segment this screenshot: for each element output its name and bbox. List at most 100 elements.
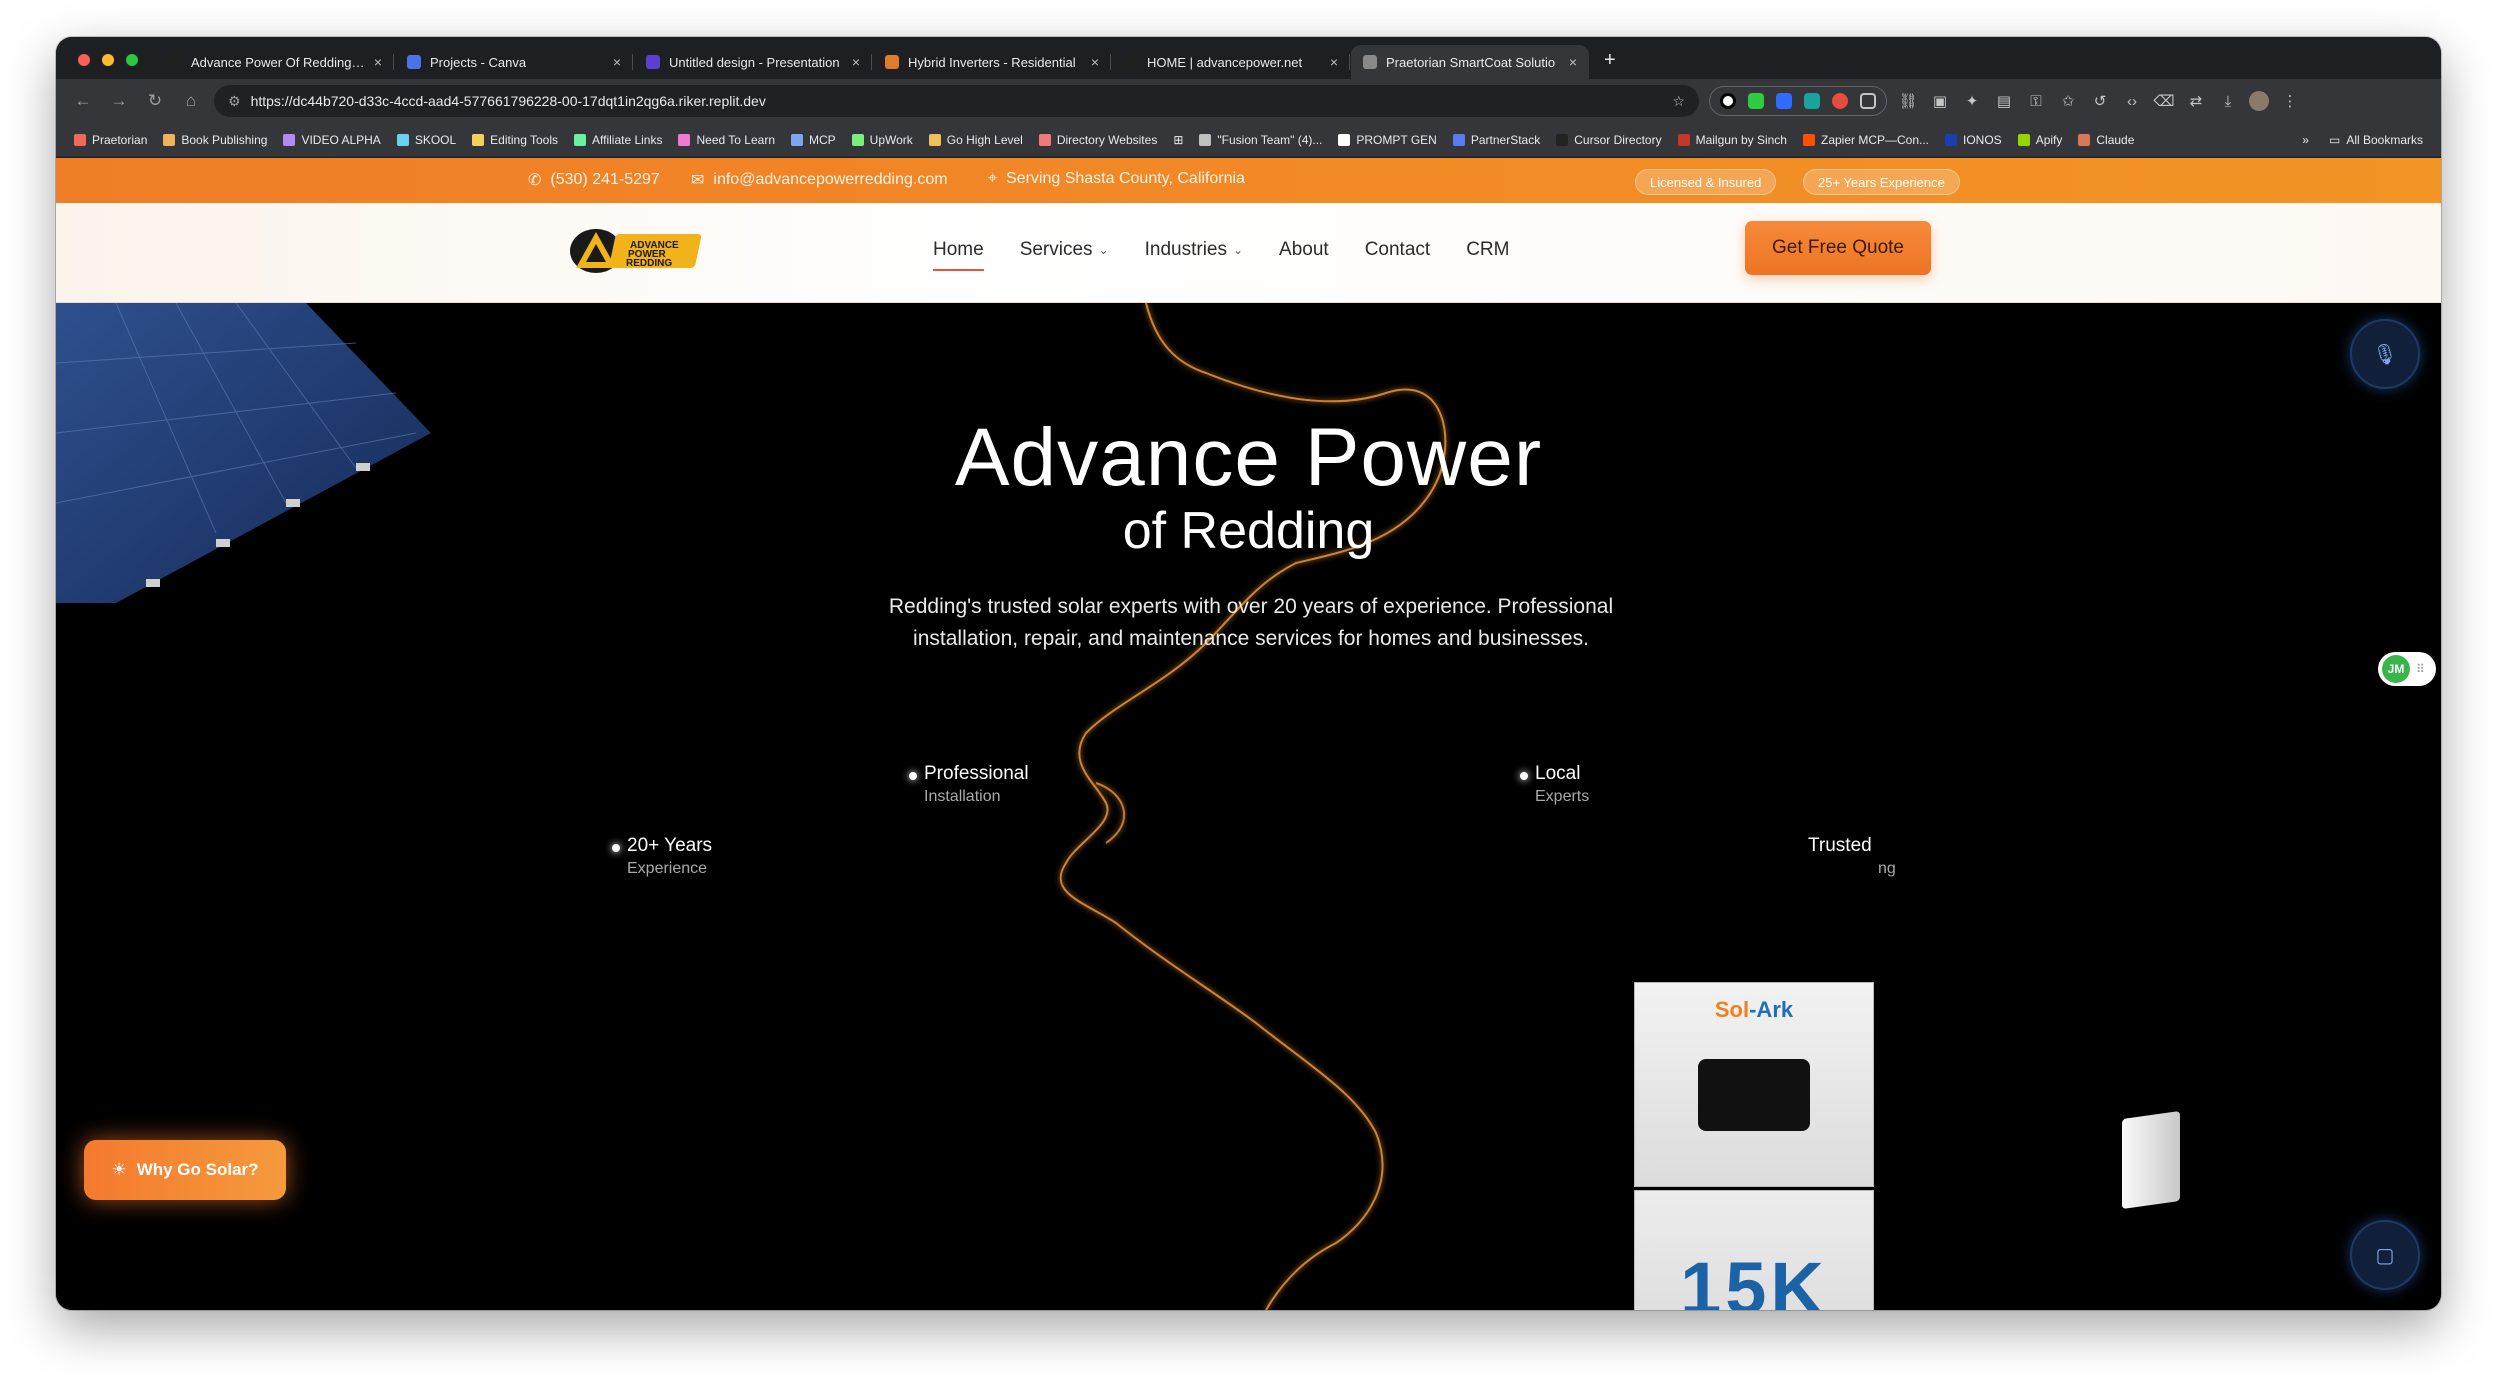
bookmark-item[interactable]: PartnerStack (1452, 133, 1540, 147)
bookmark-item[interactable]: MCP (791, 133, 836, 147)
address-bar[interactable]: ⚙ https://dc44b720-d33c-4ccd-aad4-577661… (214, 85, 1699, 117)
link-icon[interactable]: ⛓ (1897, 92, 1919, 110)
close-tab-icon[interactable]: × (1569, 54, 1577, 70)
chat-button[interactable]: ▢ (2350, 1220, 2420, 1290)
home-icon[interactable]: ⌂ (178, 88, 204, 114)
reload-icon[interactable]: ↻ (142, 88, 168, 114)
nav-item-about[interactable]: About (1279, 239, 1329, 271)
bookmark-item[interactable]: SKOOL (396, 133, 456, 147)
bookmark-favicon-icon (678, 133, 691, 146)
bookmark-item[interactable]: VIDEO ALPHA (283, 133, 381, 147)
browser-tab[interactable]: Hybrid Inverters - Residential × (873, 45, 1111, 79)
extension-icon[interactable] (1720, 93, 1736, 109)
close-window-button[interactable] (78, 54, 90, 66)
bookmark-favicon-icon (1338, 133, 1351, 146)
stat-dot (1520, 772, 1528, 780)
menu-kebab-icon[interactable]: ⋮ (2279, 92, 2301, 110)
bookmark-item[interactable]: Directory Websites (1038, 133, 1157, 147)
trash-icon[interactable]: ⌫ (2153, 92, 2175, 110)
key-icon[interactable]: ⚿ (2025, 93, 2047, 110)
inverter-brand: Sol-Ark (1714, 997, 1794, 1022)
bookmark-item[interactable]: PROMPT GEN (1338, 133, 1437, 147)
bookmark-item[interactable]: Need To Learn (678, 133, 775, 147)
screenshot-icon[interactable]: ▣ (1929, 92, 1951, 110)
puzzle-icon[interactable] (1860, 93, 1876, 109)
voice-assistant-button[interactable]: 🎙 (2350, 319, 2420, 389)
nav-item-industries[interactable]: Industries ⌄ (1145, 239, 1243, 271)
close-tab-icon[interactable]: × (852, 54, 860, 70)
close-tab-icon[interactable]: × (613, 54, 621, 70)
email-link[interactable]: ✉ info@advancepowerredding.com (691, 170, 948, 190)
extension-icon[interactable] (1748, 93, 1764, 109)
apps-grid-icon[interactable]: ⊞ (1173, 133, 1183, 147)
bookmark-item[interactable]: Zapier MCP—Con... (1802, 133, 1929, 147)
extension-icon[interactable] (1804, 93, 1820, 109)
more-bookmarks-icon[interactable]: » (2302, 133, 2309, 147)
tab-title: Untitled design - Presentation (669, 54, 840, 70)
get-free-quote-button[interactable]: Get Free Quote (1745, 221, 1931, 275)
close-tab-icon[interactable]: × (1091, 54, 1099, 70)
bookmark-item[interactable]: Praetorian (74, 133, 147, 147)
bookmark-star-icon[interactable]: ☆ (1672, 93, 1685, 110)
favorites-icon[interactable]: ✩ (2057, 92, 2079, 110)
nav-item-home[interactable]: Home (933, 239, 984, 271)
jm-widget-badge[interactable]: JM ⠿ (2378, 652, 2436, 686)
site-info-icon[interactable]: ⚙ (228, 93, 241, 110)
drag-handle-icon[interactable]: ⠿ (2416, 662, 2425, 676)
bookmark-favicon-icon (1945, 133, 1958, 146)
back-icon[interactable]: ← (70, 88, 96, 114)
bookmark-item[interactable]: Go High Level (928, 133, 1023, 147)
browser-tab[interactable]: HOME | advancepower.net × (1112, 45, 1350, 79)
close-tab-icon[interactable]: × (1330, 54, 1338, 70)
inverter-display (1698, 1059, 1810, 1131)
hero-section: Advance Power of Redding Redding's trust… (56, 303, 2441, 1310)
phone-link[interactable]: ✆ (530) 241-5297 (528, 170, 660, 190)
extension-icon[interactable]: ✦ (1961, 92, 1983, 110)
tab-strip: Advance Power Of Redding | P × Projects - … (56, 37, 2441, 79)
bookmark-item[interactable]: Editing Tools (472, 133, 558, 147)
code-icon[interactable]: ‹› (2121, 93, 2143, 110)
stat-local: Local Experts (1520, 763, 1589, 806)
bookmark-item[interactable]: IONOS (1945, 133, 2002, 147)
bookmark-item[interactable]: Book Publishing (163, 133, 267, 147)
new-tab-button[interactable]: + (1590, 49, 1630, 79)
history-icon[interactable]: ↺ (2089, 92, 2111, 110)
bookmark-item[interactable]: "Fusion Team" (4)... (1199, 133, 1322, 147)
extension-icon[interactable] (1832, 93, 1848, 109)
tab-favicon-icon (1363, 55, 1377, 69)
nav-item-contact[interactable]: Contact (1365, 239, 1430, 271)
bookmark-item[interactable]: UpWork (851, 133, 913, 147)
bookmark-item[interactable]: Mailgun by Sinch (1677, 133, 1787, 147)
forward-icon[interactable]: → (106, 88, 132, 114)
bookmark-favicon-icon (396, 133, 409, 146)
browser-tab[interactable]: Advance Power Of Redding | P × (156, 45, 394, 79)
stat-professional: Professional Installation (909, 763, 1029, 806)
profile-avatar[interactable] (2249, 91, 2269, 111)
nav-item-services[interactable]: Services ⌄ (1020, 239, 1109, 271)
nav-item-crm[interactable]: CRM (1466, 239, 1509, 271)
all-bookmarks-folder[interactable]: ▭ All Bookmarks (2329, 133, 2423, 147)
bookmark-item[interactable]: Affiliate Links (574, 133, 662, 147)
zoom-window-button[interactable] (126, 54, 138, 66)
bookmark-item[interactable]: Apify (2017, 133, 2062, 147)
url-text[interactable]: https://dc44b720-d33c-4ccd-aad4-57766179… (251, 93, 1663, 109)
inverter-bottom-panel: 15K (1634, 1190, 1874, 1310)
browser-tab[interactable]: Praetorian SmartCoat Solutio × (1351, 45, 1589, 79)
translate-icon[interactable]: ⇄ (2185, 92, 2207, 110)
close-tab-icon[interactable]: × (374, 54, 382, 70)
company-logo[interactable]: ADVANCE POWER REDDING (568, 224, 708, 278)
minimize-window-button[interactable] (102, 54, 114, 66)
reader-icon[interactable]: ▤ (1993, 92, 2015, 110)
why-go-solar-button[interactable]: ☀ Why Go Solar? (84, 1140, 286, 1200)
tab-favicon-icon (407, 55, 421, 69)
inverter-top-panel: Sol-Ark (1634, 982, 1874, 1187)
tab-divider (1110, 54, 1111, 70)
bookmark-item[interactable]: Claude (2078, 133, 2134, 147)
tab-title: HOME | advancepower.net (1147, 54, 1303, 70)
browser-tab[interactable]: Untitled design - Presentation × (634, 45, 872, 79)
extension-icon[interactable] (1776, 93, 1792, 109)
bookmark-favicon-icon (163, 133, 176, 146)
bookmark-item[interactable]: Cursor Directory (1556, 133, 1662, 147)
download-icon[interactable]: ⤓ (2217, 93, 2239, 110)
browser-tab[interactable]: Projects - Canva × (395, 45, 633, 79)
